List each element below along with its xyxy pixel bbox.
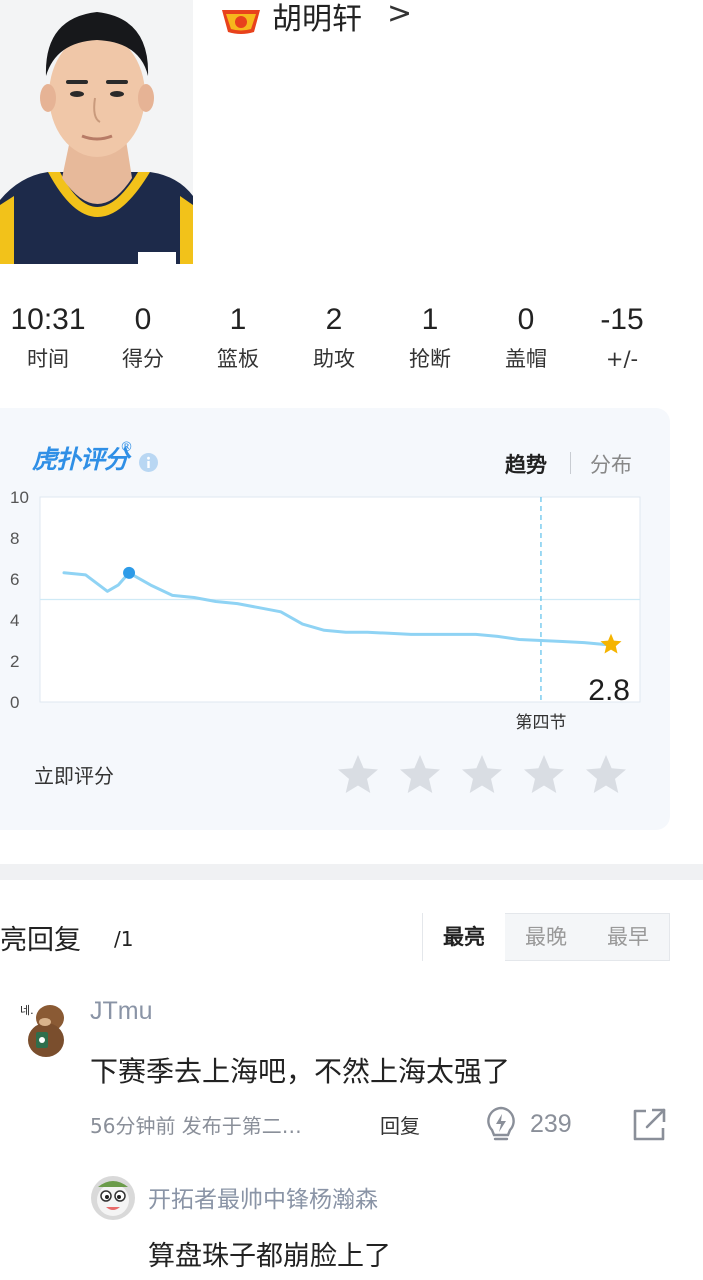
stat-label: 助攻 — [313, 347, 355, 371]
tab-trend[interactable]: 趋势 — [505, 449, 547, 479]
star-shape — [462, 755, 502, 793]
highlight-point — [123, 566, 136, 579]
star-shape — [586, 755, 626, 793]
rate-star-4-icon[interactable] — [521, 752, 567, 798]
y-tick-label: 6 — [10, 570, 19, 589]
stat-blocks: 0 盖帽 — [478, 300, 574, 378]
y-tick-label: 10 — [10, 488, 29, 507]
reply-username[interactable]: 开拓者最帅中锋杨瀚森 — [148, 1180, 378, 1214]
section-title: 亮回复 — [0, 925, 81, 956]
sort-latest[interactable]: 最晚 — [505, 913, 587, 961]
comment-text: 下赛季去上海吧，不然上海太强了 — [90, 1055, 511, 1088]
y-tick-label: 0 — [10, 693, 19, 712]
quarter-label: 第四节 — [515, 713, 566, 733]
info-icon[interactable] — [139, 453, 158, 472]
stat-value: 2 — [325, 303, 343, 336]
player-photo[interactable] — [0, 0, 193, 264]
share-icon[interactable] — [630, 1106, 668, 1144]
section-divider — [0, 864, 703, 880]
stat-value: 10:31 — [10, 303, 86, 336]
stat-value: 1 — [421, 303, 439, 336]
y-tick-label: 4 — [10, 611, 19, 630]
reply-text: 算盘珠子都崩脸上了 — [148, 1241, 391, 1272]
stat-plus-minus: -15 +/- — [574, 300, 670, 378]
reply-avatar[interactable] — [90, 1175, 136, 1221]
tab-distribution[interactable]: 分布 — [590, 449, 632, 479]
star-shape — [400, 755, 440, 793]
stat-label: 盖帽 — [505, 347, 547, 371]
rate-star-3-icon[interactable] — [459, 752, 505, 798]
comment-username[interactable]: JTmu — [90, 997, 153, 1026]
registered-mark: ® — [120, 440, 133, 455]
avatar[interactable]: 네. — [20, 996, 68, 1058]
y-tick-label: 2 — [10, 652, 19, 671]
comment-count: /1 — [114, 927, 134, 951]
rating-trend-chart: 10 8 6 4 2 0 第四节 2.8 — [10, 488, 641, 733]
stat-value: 0 — [134, 303, 152, 336]
stat-label: 篮板 — [217, 347, 259, 371]
reply-button[interactable]: 回复 — [380, 1110, 420, 1139]
y-tick-label: 8 — [10, 529, 19, 548]
light-count: 239 — [530, 1110, 572, 1138]
star-shape — [524, 755, 564, 793]
stat-value: 1 — [229, 303, 247, 336]
svg-text:네.: 네. — [20, 1004, 34, 1017]
rate-star-1-icon[interactable] — [335, 752, 381, 798]
team-logo-icon — [220, 6, 262, 36]
star-shape — [338, 755, 378, 793]
player-name[interactable]: 胡明轩 — [272, 0, 362, 38]
stat-minutes: 10:31 时间 — [0, 300, 96, 378]
rate-now-label: 立即评分 — [34, 764, 114, 788]
rate-star-2-icon[interactable] — [397, 752, 443, 798]
final-rating-value: 2.8 — [588, 674, 630, 707]
lightbulb-icon[interactable] — [484, 1106, 518, 1144]
rate-star-5-icon[interactable] — [583, 752, 629, 798]
sort-hottest[interactable]: 最亮 — [423, 913, 505, 961]
stat-label: 抢断 — [409, 347, 451, 371]
stat-value: 0 — [517, 303, 535, 336]
tab-divider — [570, 452, 571, 474]
rating-brand-logo: 虎扑评分 — [32, 445, 129, 474]
stat-steals: 1 抢断 — [382, 300, 478, 378]
chevron-right-icon[interactable]: > — [387, 0, 412, 31]
stat-points: 0 得分 — [95, 300, 191, 378]
sort-earliest[interactable]: 最早 — [587, 913, 669, 961]
stat-assists: 2 助攻 — [286, 300, 382, 378]
comment-meta: 56分钟前 发布于第二… — [90, 1114, 302, 1138]
stat-label: +/- — [605, 347, 639, 371]
stat-value: -15 — [600, 303, 644, 336]
stat-label: 时间 — [27, 347, 69, 371]
stat-rebounds: 1 篮板 — [190, 300, 286, 378]
stat-label: 得分 — [122, 347, 164, 371]
